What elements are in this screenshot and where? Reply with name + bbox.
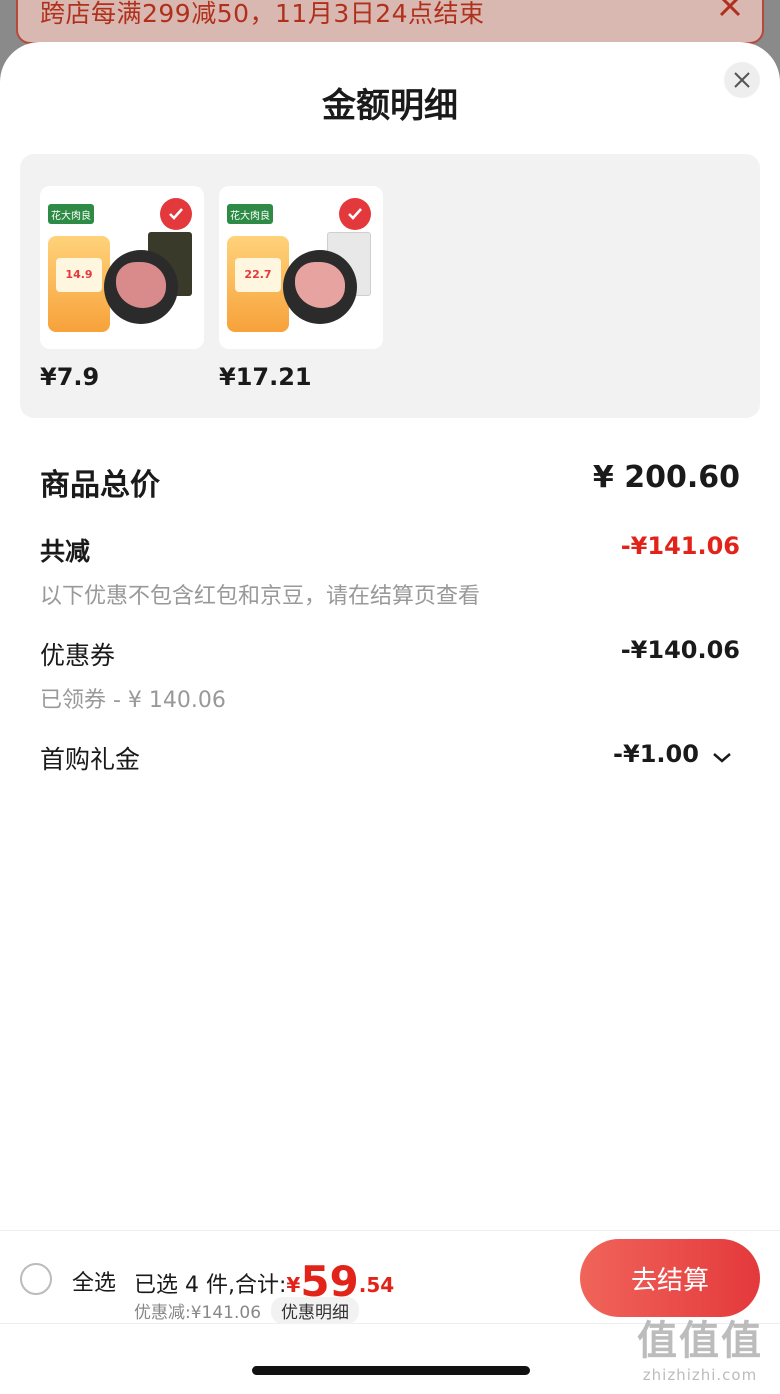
product-card[interactable]: 花大肉良 22.7 ¥17.21	[219, 186, 383, 391]
total-amount-decimal: .54	[358, 1273, 395, 1297]
product-price: ¥7.9	[40, 363, 100, 391]
selected-check-icon[interactable]	[160, 198, 192, 230]
promo-banner-text: 跨店每满299减50，11月3日24点结束	[40, 0, 485, 28]
promo-sticker: 22.7	[227, 236, 289, 332]
product-image: 花大肉良 22.7	[219, 186, 383, 349]
reduction-value: -¥141.06	[620, 532, 740, 560]
reduction-note: 以下优惠不包含红包和京豆，请在结算页查看	[40, 584, 481, 609]
promo-sticker-price: 22.7	[235, 258, 281, 292]
select-all-checkbox[interactable]	[20, 1263, 52, 1295]
promo-sticker-price: 14.9	[56, 258, 102, 292]
promo-sticker: 14.9	[48, 236, 110, 332]
amount-detail-sheet: 金额明细 花大肉良 14.9 ¥7.9 花大肉良 22.7 ¥17.21 商品总…	[0, 42, 780, 1394]
product-image: 花大肉良 14.9	[40, 186, 204, 349]
discount-detail-link[interactable]: 优惠明细	[271, 1297, 360, 1324]
brand-logo: 花大肉良	[227, 204, 273, 224]
selected-check-icon[interactable]	[339, 198, 371, 230]
banner-close-icon[interactable]	[716, 0, 744, 20]
gift-value-wrap: -¥1.00	[613, 740, 732, 768]
total-price-row: 商品总价 ¥ 200.60	[40, 460, 740, 503]
coupon-note-row: 已领券 - ¥ 140.06	[40, 682, 740, 713]
select-all-label[interactable]: 全选	[72, 1265, 116, 1297]
product-price: ¥17.21	[219, 363, 312, 391]
site-watermark: 值值值 zhizhizhi.com	[630, 1308, 770, 1388]
sheet-title: 金额明细	[322, 86, 458, 126]
coupon-note: 已领券 - ¥ 140.06	[40, 688, 226, 713]
coupon-label: 优惠券	[40, 641, 116, 670]
selected-products: 花大肉良 14.9 ¥7.9 花大肉良 22.7 ¥17.21	[20, 154, 760, 418]
checkout-button[interactable]: 去结算	[580, 1239, 760, 1317]
discount-text: 优惠减:¥141.06	[134, 1303, 262, 1323]
first-purchase-gift-row[interactable]: 首购礼金 -¥1.00	[40, 740, 740, 776]
currency-symbol: ¥	[286, 1273, 301, 1297]
reduction-row: 共减 -¥141.06	[40, 532, 740, 568]
chevron-down-icon[interactable]	[712, 752, 732, 764]
coupon-value: -¥140.06	[620, 636, 740, 664]
home-indicator	[252, 1366, 530, 1375]
total-price-value: ¥ 200.60	[592, 460, 740, 495]
coupon-row: 优惠券 -¥140.06	[40, 636, 740, 672]
gift-value: -¥1.00	[613, 740, 699, 768]
discount-line: 优惠减:¥141.06 优惠明细	[134, 1297, 360, 1324]
reduction-label: 共减	[40, 537, 91, 566]
product-card[interactable]: 花大肉良 14.9 ¥7.9	[40, 186, 204, 391]
selected-count-text: 已选 4 件,合计:	[134, 1273, 287, 1298]
brand-logo: 花大肉良	[48, 204, 94, 224]
gift-label: 首购礼金	[40, 745, 141, 774]
total-price-label: 商品总价	[40, 468, 160, 503]
close-button[interactable]	[724, 62, 760, 98]
watermark-url: zhizhizhi.com	[642, 1366, 758, 1384]
watermark-logo-text: 值值值	[637, 1318, 763, 1364]
reduction-note-row: 以下优惠不包含红包和京豆，请在结算页查看	[40, 578, 740, 609]
close-icon	[734, 72, 750, 88]
